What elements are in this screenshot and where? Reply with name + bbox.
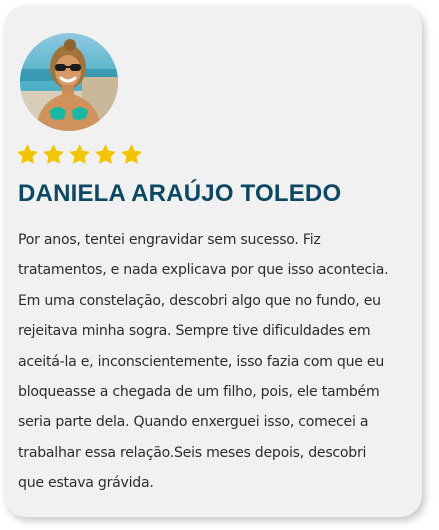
- text-line: Em uma constelação, descobri algo que no…: [18, 292, 381, 309]
- testimonial-card: DANIELA ARAÚJO TOLEDO Por anos, tentei e…: [4, 5, 422, 517]
- star-icon: [121, 144, 142, 164]
- text-line: aceitá-la e, inconscientemente, isso faz…: [18, 353, 385, 370]
- text-line: rejeitava minha sogra. Sempre tive dific…: [18, 323, 371, 340]
- rating-stars: [16, 143, 143, 171]
- text-line: Por anos, tentei engravidar sem sucesso.…: [18, 232, 321, 248]
- star-icon: [69, 144, 90, 164]
- star-icon: [95, 144, 116, 164]
- text-line: bloqueasse a chegada de um filho, pois, …: [18, 384, 380, 401]
- testimonial-text: Por anos, tentei engravidar sem sucesso.…: [18, 225, 416, 499]
- text-line: tratamentos, e nada explicava por que is…: [18, 262, 389, 279]
- star-icon: [17, 144, 38, 164]
- avatar: [20, 33, 118, 131]
- reviewer-name: DANIELA ARAÚJO TOLEDO: [18, 180, 342, 207]
- text-line: trabalhar essa relação.Seis meses depois…: [18, 444, 367, 461]
- star-icon: [43, 144, 64, 164]
- text-line: seria parte dela. Quando enxerguei isso,…: [18, 414, 369, 431]
- text-line: que estava grávida.: [18, 475, 154, 492]
